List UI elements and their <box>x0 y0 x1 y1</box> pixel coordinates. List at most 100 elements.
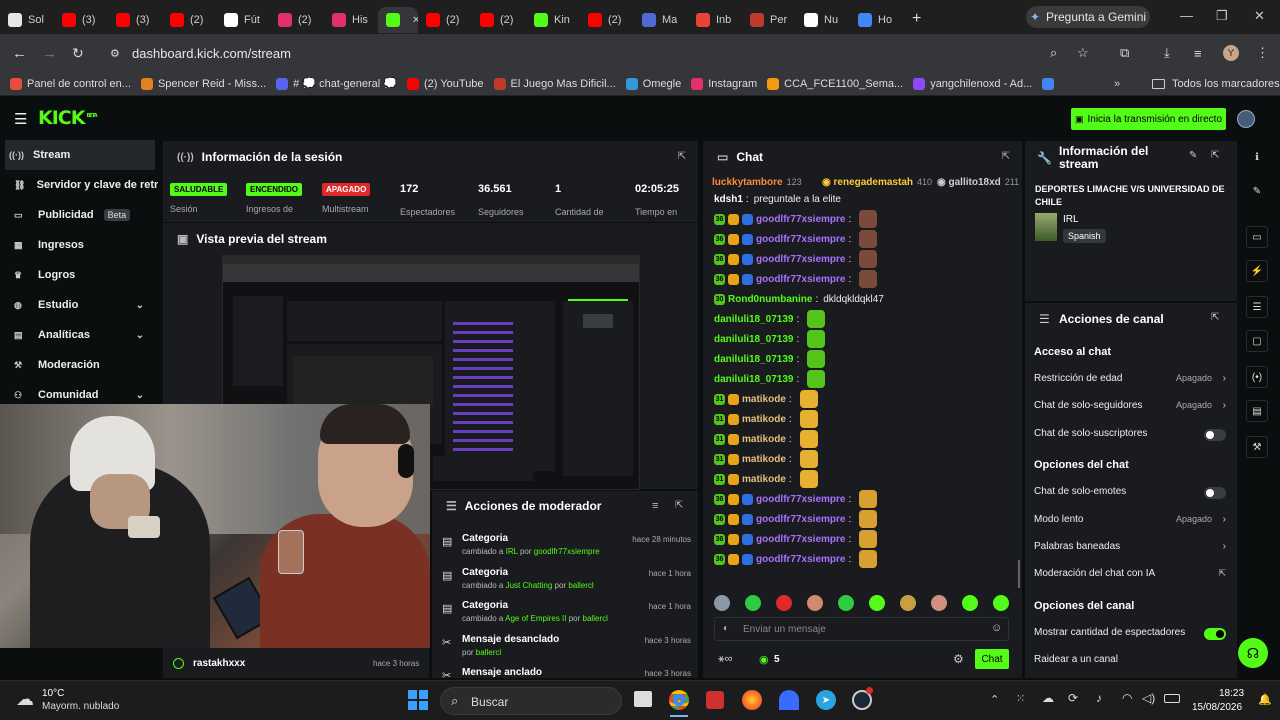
quick-emote-icon[interactable] <box>931 595 947 611</box>
filter-icon[interactable]: ≡ <box>652 500 658 512</box>
channel-option[interactable]: Modo lento Apagado › <box>1034 514 1228 530</box>
extensions-icon[interactable]: ⧉ <box>1120 45 1129 61</box>
app-arc-icon[interactable] <box>779 690 799 710</box>
taskbar-search[interactable]: ⌕ Buscar <box>440 687 622 715</box>
category-name[interactable]: IRL <box>1063 214 1079 225</box>
browser-tab[interactable]: (2) <box>162 7 216 33</box>
quick-emote-icon[interactable] <box>714 595 730 611</box>
chat-username[interactable]: kdsh1 <box>714 194 743 205</box>
channel-option[interactable]: Chat de solo-seguidores Apagado › <box>1034 400 1228 416</box>
browser-tab[interactable]: Per <box>742 7 796 33</box>
browser-tab[interactable]: (2) <box>270 7 324 33</box>
quick-emote-icon[interactable] <box>776 595 792 611</box>
chat-username[interactable]: daniluli18_07139 <box>714 334 794 345</box>
channel-option[interactable]: Palabras baneadas › <box>1034 541 1228 557</box>
quick-emote-icon[interactable] <box>745 595 761 611</box>
chat-username[interactable]: matikode <box>742 434 786 445</box>
top-supporter[interactable]: ◉ gallito18xd 211 <box>937 177 1019 188</box>
settings-shortcut-icon[interactable]: ⚹∞ <box>718 653 732 666</box>
avatar[interactable]: Y <box>1223 45 1239 61</box>
quick-emote-icon[interactable] <box>900 595 916 611</box>
sidebar-item-ingresos[interactable]: ▦ Ingresos <box>0 230 158 260</box>
sidebar-item-publicidad[interactable]: ▭ Publicidad Beta <box>0 200 158 230</box>
toggle-switch[interactable] <box>1204 487 1226 500</box>
expand-icon[interactable]: ⇱ <box>1211 312 1219 323</box>
all-bookmarks-link[interactable]: Todos los marcadores <box>1172 78 1280 90</box>
quick-emote-icon[interactable] <box>869 595 885 611</box>
gemini-button[interactable]: ✦ Pregunta a Gemini <box>1026 6 1150 28</box>
channel-option[interactable]: Moderación del chat con IA ⇱ <box>1034 568 1228 584</box>
channel-option[interactable]: Chat de solo-suscriptores <box>1034 428 1228 444</box>
media-icon[interactable]: ≡ <box>1194 46 1202 61</box>
bookmark-item[interactable]: El Juego Mas Dificil... <box>493 77 616 90</box>
chat-send-button[interactable]: Chat <box>975 649 1009 669</box>
app-red-icon[interactable] <box>706 691 724 709</box>
go-live-button[interactable]: ▣ Inicia la transmisión en directo <box>1071 108 1226 130</box>
chat-username[interactable]: goodlfr77xsiempre <box>756 254 845 265</box>
top-supporter[interactable]: ◉ renegademastah 410 <box>822 177 932 188</box>
info-icon[interactable]: ℹ <box>1246 146 1268 168</box>
quick-emote-icon[interactable] <box>838 595 854 611</box>
chat-icon[interactable]: ▢ <box>1246 330 1268 352</box>
bookmark-item[interactable]: Spencer Reid - Miss... <box>140 77 266 90</box>
browser-tab[interactable]: Fút <box>216 7 270 33</box>
support-button[interactable]: ☊ <box>1238 638 1268 668</box>
panel-icon[interactable]: ▭ <box>1246 226 1268 248</box>
url-field[interactable]: dashboard.kick.com/stream <box>132 46 291 61</box>
hamburger-icon[interactable]: ☰ <box>14 110 27 128</box>
more-bookmarks-icon[interactable]: » <box>1114 78 1120 90</box>
sidebar-item-logros[interactable]: ♛ Logros <box>0 260 158 290</box>
bolt-icon[interactable]: ⚡ <box>1246 260 1268 282</box>
browser-tab[interactable]: Inb <box>688 7 742 33</box>
bookmark-item[interactable]: yangchilenoxd - Ad... <box>913 77 1032 90</box>
browser-tab[interactable]: Sol <box>0 7 54 33</box>
chat-username[interactable]: daniluli18_07139 <box>714 354 794 365</box>
bookmark-star-icon[interactable]: ☆ <box>1077 45 1089 61</box>
reload-icon[interactable]: ↻ <box>72 45 84 62</box>
bookmark-item[interactable]: Omegle <box>625 77 681 90</box>
close-window-icon[interactable]: ✕ <box>1254 8 1265 24</box>
chat-username[interactable]: goodlfr77xsiempre <box>756 514 845 525</box>
chat-username[interactable]: matikode <box>742 414 786 425</box>
expand-icon[interactable]: ⇱ <box>1002 151 1010 162</box>
tray-sync-icon[interactable]: ⟳ <box>1068 691 1078 705</box>
sidebar-item-stream[interactable]: ((·)) Stream <box>5 140 155 170</box>
top-supporter[interactable]: luckkytambore 123 <box>712 177 802 188</box>
stream-icon[interactable]: (•) <box>1246 366 1268 388</box>
volume-icon[interactable]: ◁) <box>1142 691 1155 705</box>
expand-icon[interactable]: ⇱ <box>1211 150 1219 161</box>
chat-username[interactable]: goodlfr77xsiempre <box>756 234 845 245</box>
expand-icon[interactable]: ⇱ <box>678 151 686 162</box>
wrench-icon[interactable]: ⚒ <box>1246 436 1268 458</box>
chat-scrollbar[interactable] <box>1018 560 1020 588</box>
site-info-icon[interactable]: ⚙ <box>110 47 120 60</box>
chat-username[interactable]: matikode <box>742 394 786 405</box>
printer-icon[interactable]: ▤ <box>1246 400 1268 422</box>
chat-username[interactable]: matikode <box>742 474 786 485</box>
restore-icon[interactable]: ❐ <box>1216 8 1228 24</box>
channel-option[interactable]: Mostrar cantidad de espectadores <box>1034 627 1228 643</box>
chat-settings-icon[interactable]: ⚙ <box>953 652 964 666</box>
bookmark-item[interactable]: Panel de control en... <box>10 77 131 90</box>
browser-tab[interactable]: (2) <box>580 7 634 33</box>
bookmark-item[interactable] <box>1042 77 1059 90</box>
emoji-icon[interactable]: ☺ <box>991 622 1002 634</box>
chat-username[interactable]: goodlfr77xsiempre <box>756 274 845 285</box>
notifications-icon[interactable]: 🔔 <box>1258 693 1272 706</box>
browser-tab[interactable]: His <box>324 7 378 33</box>
tray-chevron-icon[interactable]: ⌃ <box>990 693 999 706</box>
activity-user[interactable]: rastakhxxx <box>193 658 245 669</box>
chat-username[interactable]: daniluli18_07139 <box>714 314 794 325</box>
toggle-switch[interactable] <box>1204 627 1226 640</box>
clock-date[interactable]: 15/08/2026 <box>1192 702 1242 713</box>
browser-tab[interactable]: Ho <box>850 7 904 33</box>
channel-option[interactable]: Raidear a un canal <box>1034 654 1228 670</box>
edit-icon[interactable]: ✎ <box>1189 150 1197 161</box>
wifi-icon[interactable]: ◠ <box>1122 691 1132 705</box>
browser-tab[interactable]: (2) <box>418 7 472 33</box>
browser-tab[interactable]: ✕ <box>378 7 418 33</box>
chat-username[interactable]: goodlfr77xsiempre <box>756 214 845 225</box>
channel-option[interactable]: Restricción de edad Apagado › <box>1034 373 1228 389</box>
browser-tab[interactable]: (3) <box>54 7 108 33</box>
telegram-icon[interactable]: ➤ <box>816 690 836 710</box>
